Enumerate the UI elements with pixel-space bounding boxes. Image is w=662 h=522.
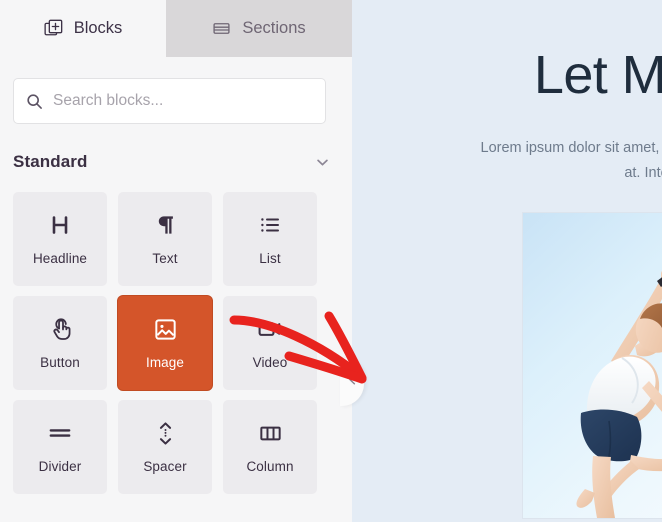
image-picture-icon (153, 316, 178, 342)
preview-heading: Let Mind a (533, 45, 662, 105)
search-area (13, 78, 339, 124)
dance-pose-photo (523, 212, 662, 518)
block-tile-label: List (259, 251, 281, 266)
sections-rows-icon (212, 19, 231, 38)
blocks-stack-plus-icon (44, 19, 63, 38)
preview-paragraph: Lorem ipsum dolor sit amet, consectetur … (480, 140, 662, 182)
block-tile-spacer[interactable]: Spacer (118, 400, 212, 494)
block-tile-label: Column (246, 459, 294, 474)
chevron-down-icon[interactable] (314, 154, 331, 171)
headline-h-icon (48, 212, 72, 238)
group-title: Standard (13, 152, 88, 171)
block-tile-label: Divider (38, 459, 82, 474)
search-blocks-box[interactable] (13, 78, 326, 124)
sidebar-body: Standard Headline (0, 78, 352, 522)
block-tile-label: Button (40, 355, 80, 370)
tab-sections[interactable]: Sections (166, 0, 352, 57)
tab-blocks[interactable]: Blocks (0, 0, 166, 57)
block-tile-label: Spacer (143, 459, 187, 474)
block-tile-headline[interactable]: Headline (13, 192, 107, 286)
block-tile-list[interactable]: List (223, 192, 317, 286)
columns-icon (258, 420, 283, 446)
tab-blocks-label: Blocks (73, 19, 123, 37)
editor-screen: Let Mind a Lorem ipsum dolor sit amet, c… (0, 0, 662, 522)
chevron-left-icon (346, 373, 359, 391)
block-tile-label: Video (252, 355, 288, 370)
block-tile-video[interactable]: Video (223, 296, 317, 390)
block-tile-column[interactable]: Column (223, 400, 317, 494)
search-input[interactable] (53, 92, 313, 110)
page-preview-canvas[interactable]: Let Mind a Lorem ipsum dolor sit amet, c… (352, 0, 662, 522)
search-icon (26, 93, 43, 110)
paragraph-pilcrow-icon (153, 212, 177, 238)
pointer-click-icon (48, 316, 73, 342)
spacer-arrows-icon (153, 420, 178, 446)
block-tile-label: Text (152, 251, 178, 266)
sidebar-tabs: Blocks Sections (0, 0, 352, 57)
preview-content: Let Mind a Lorem ipsum dolor sit amet, c… (352, 0, 662, 518)
block-tile-divider[interactable]: Divider (13, 400, 107, 494)
video-camera-icon (257, 316, 283, 342)
block-tile-button[interactable]: Button (13, 296, 107, 390)
block-tile-label: Headline (32, 251, 88, 266)
preview-image-block[interactable] (352, 212, 662, 518)
block-tile-label: Image (145, 355, 185, 370)
blocks-sidebar: Blocks Sections Search blocks... Standar… (0, 0, 352, 522)
divider-lines-icon (47, 420, 73, 446)
blocks-grid: Headline Text List Button Image Video Di… (13, 192, 339, 494)
group-header-standard[interactable]: Standard (13, 148, 339, 176)
block-tile-image[interactable]: Image (118, 296, 212, 390)
tab-sections-label: Sections (242, 19, 306, 37)
bulleted-list-icon (258, 212, 282, 238)
block-tile-text[interactable]: Text (118, 192, 212, 286)
